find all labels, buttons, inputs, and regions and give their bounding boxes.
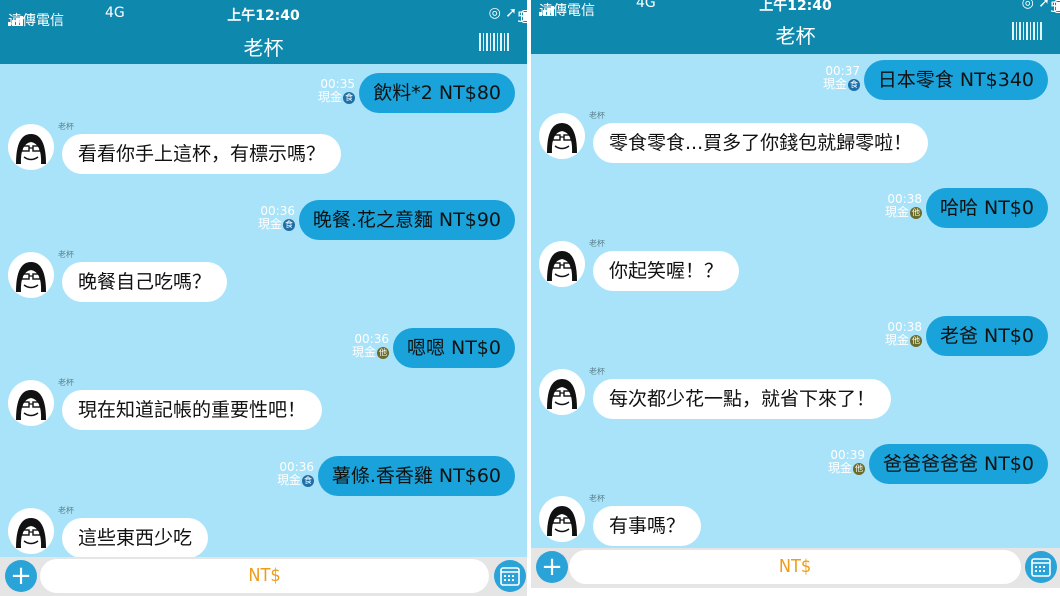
avatar-face-icon xyxy=(539,241,585,287)
message-meta: 00:38 現金他 xyxy=(885,321,922,347)
sender-name: 老杯 xyxy=(589,111,605,120)
incoming-bubble[interactable]: 有事嗎？ xyxy=(593,506,702,546)
clock: 上午12:40 xyxy=(759,0,832,14)
input-bar: + NT$ xyxy=(0,557,527,596)
outgoing-bubble[interactable]: 日本零食 NT$340 xyxy=(863,60,1048,100)
avatar-face-icon xyxy=(539,496,585,542)
calendar-icon xyxy=(1031,558,1051,577)
sender-name: 老杯 xyxy=(58,250,74,259)
category-icon: 他 xyxy=(910,206,922,219)
avatar-face-icon xyxy=(8,508,54,554)
avatar[interactable] xyxy=(539,241,585,287)
barcode-icon[interactable] xyxy=(1012,22,1042,40)
incoming-bubble[interactable]: 零食零食...買多了你錢包就歸零啦！ xyxy=(593,123,929,163)
category-icon: 食 xyxy=(848,78,860,91)
bottom-strip xyxy=(531,588,1060,596)
message-meta: 00:36 現金食 xyxy=(258,205,295,231)
avatar[interactable] xyxy=(8,124,54,170)
account-label: 現金他 xyxy=(827,461,865,475)
outgoing-bubble[interactable]: 嗯嗯 NT$0 xyxy=(392,328,515,368)
account-label: 現金食 xyxy=(257,217,295,231)
category-icon: 他 xyxy=(377,346,389,359)
avatar-face-icon xyxy=(539,369,585,415)
status-bar: 遠傳電信 4G 上午12:40 ◎ ➚ 54% xyxy=(0,0,527,29)
incoming-bubble[interactable]: 晚餐自己吃嗎？ xyxy=(62,262,228,302)
add-button[interactable]: + xyxy=(5,560,37,592)
sender-name: 老杯 xyxy=(58,122,74,131)
incoming-bubble[interactable]: 每次都少花一點，就省下來了！ xyxy=(593,379,892,419)
message-meta: 00:36 現金食 xyxy=(277,461,314,487)
sender-name: 老杯 xyxy=(589,494,605,503)
status-right: ◎ ➚ 54% xyxy=(489,5,527,26)
category-icon: 食 xyxy=(343,91,355,104)
sender-name: 老杯 xyxy=(58,378,74,387)
calendar-button[interactable] xyxy=(494,560,526,592)
avatar[interactable] xyxy=(8,380,54,426)
avatar-face-icon xyxy=(8,124,54,170)
chat-title: 老杯 xyxy=(243,36,284,60)
header: 遠傳電信 4G 上午12:40 ◎ ➚ 54% 老杯 xyxy=(531,0,1060,54)
account-label: 現金他 xyxy=(351,345,389,359)
add-button[interactable]: + xyxy=(536,551,568,583)
account-label: 現金食 xyxy=(317,90,355,104)
account-label: 現金他 xyxy=(884,333,922,347)
clock: 上午12:40 xyxy=(227,8,300,24)
outgoing-bubble[interactable]: 晚餐.花之意麵 NT$90 xyxy=(298,200,515,240)
calendar-icon xyxy=(500,567,520,586)
avatar[interactable] xyxy=(539,496,585,542)
incoming-bubble[interactable]: 這些東西少吃 xyxy=(62,518,209,558)
avatar[interactable] xyxy=(539,369,585,415)
outgoing-bubble[interactable]: 飲料*2 NT$80 xyxy=(359,73,515,113)
category-icon: 食 xyxy=(283,218,295,231)
incoming-bubble[interactable]: 你起笑喔！？ xyxy=(593,251,740,291)
avatar[interactable] xyxy=(539,113,585,159)
status-right: ◎ ➚ 54% xyxy=(1022,0,1060,16)
calendar-button[interactable] xyxy=(1025,551,1057,583)
message-meta: 00:37 現金食 xyxy=(823,65,860,91)
chat-screen-left: 遠傳電信 4G 上午12:40 ◎ ➚ 54% 老杯 飲料*2 NT$8000:… xyxy=(0,0,527,596)
battery-icon xyxy=(1054,0,1060,13)
message-meta: 00:35 現金食 xyxy=(318,78,355,104)
sender-name: 老杯 xyxy=(589,367,605,376)
category-icon: 食 xyxy=(302,474,314,487)
sender-name: 老杯 xyxy=(589,239,605,248)
avatar-face-icon xyxy=(539,113,585,159)
account-label: 現金食 xyxy=(822,77,860,91)
incoming-bubble[interactable]: 看看你手上這杯，有標示嗎？ xyxy=(62,134,342,174)
amount-input[interactable]: NT$ xyxy=(40,559,489,593)
message-meta: 00:36 現金他 xyxy=(352,333,389,359)
outgoing-bubble[interactable]: 薯條.香香雞 NT$60 xyxy=(317,456,515,496)
account-label: 現金他 xyxy=(884,205,922,219)
message-meta: 00:39 現金他 xyxy=(828,449,865,475)
avatar[interactable] xyxy=(8,252,54,298)
account-label: 現金食 xyxy=(276,473,314,487)
category-icon: 他 xyxy=(853,462,865,475)
incoming-bubble[interactable]: 現在知道記帳的重要性吧！ xyxy=(62,390,323,430)
chat-title: 老杯 xyxy=(775,24,816,48)
chat-screen-right: 遠傳電信 4G 上午12:40 ◎ ➚ 54% 老杯 日本零食 NT$34000… xyxy=(531,0,1060,596)
amount-input[interactable]: NT$ xyxy=(569,550,1021,584)
avatar-face-icon xyxy=(8,380,54,426)
header: 遠傳電信 4G 上午12:40 ◎ ➚ 54% 老杯 xyxy=(0,0,527,64)
outgoing-bubble[interactable]: 老爸 NT$0 xyxy=(925,316,1048,356)
category-icon: 他 xyxy=(910,334,922,347)
input-bar: + NT$ xyxy=(531,548,1060,588)
status-bar: 遠傳電信 4G 上午12:40 ◎ ➚ 54% xyxy=(531,0,1060,19)
barcode-icon[interactable] xyxy=(479,33,509,51)
avatar-face-icon xyxy=(8,252,54,298)
outgoing-bubble[interactable]: 哈哈 NT$0 xyxy=(925,188,1048,228)
message-meta: 00:38 現金他 xyxy=(885,193,922,219)
outgoing-bubble[interactable]: 爸爸爸爸爸 NT$0 xyxy=(868,444,1048,484)
avatar[interactable] xyxy=(8,508,54,554)
sender-name: 老杯 xyxy=(58,506,74,515)
